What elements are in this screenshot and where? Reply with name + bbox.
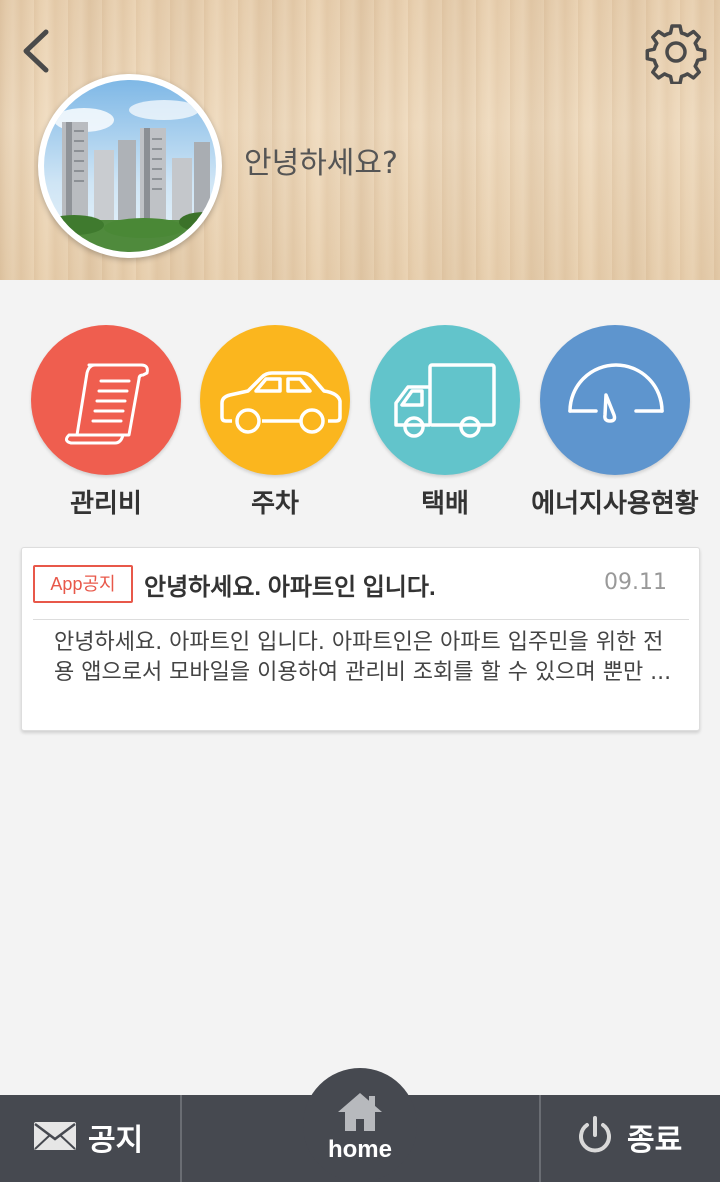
menu-icon-circle <box>31 325 181 475</box>
house-icon <box>338 1093 382 1131</box>
exit-tab-button[interactable]: 종료 <box>541 1095 720 1182</box>
menu-parking[interactable]: 주차 <box>190 325 360 520</box>
menu-label: 주차 <box>251 488 299 518</box>
notice-date: 09.11 <box>604 570 667 595</box>
power-icon <box>579 1116 611 1153</box>
menu-maintenance-fee[interactable]: 관리비 <box>21 325 191 520</box>
notice-body: 안녕하세요. 아파트인 입니다. 아파트인은 아파트 입주민을 위한 전용 앱으… <box>54 630 672 685</box>
greeting-text: 안녕하세요? <box>244 146 398 181</box>
nav-separator <box>180 1095 182 1182</box>
envelope-icon <box>34 1122 76 1150</box>
bill-receipt-icon <box>64 363 149 445</box>
notice-badge: App공지 <box>33 565 133 603</box>
menu-label: 에너지사용현황 <box>531 488 699 518</box>
car-icon <box>220 371 342 434</box>
menu-label: 관리비 <box>70 488 142 518</box>
menu-energy-usage[interactable]: 에너지사용현황 <box>530 325 700 520</box>
notice-card[interactable]: App공지 안녕하세요. 아파트인 입니다. 09.11 안녕하세요. 아파트인… <box>21 547 700 731</box>
back-button[interactable] <box>14 26 58 76</box>
menu-icon-circle <box>540 325 690 475</box>
notice-divider <box>33 619 689 620</box>
notice-tab-button[interactable]: 공지 <box>0 1095 180 1182</box>
home-label: home <box>327 1136 392 1163</box>
gear-icon <box>645 24 707 86</box>
exit-tab-label: 종료 <box>627 1124 683 1157</box>
settings-button[interactable] <box>644 20 708 86</box>
menu-delivery[interactable]: 택배 <box>360 325 530 520</box>
apartment-image <box>44 80 216 252</box>
gauge-icon <box>568 363 664 423</box>
home-button[interactable] <box>303 1068 417 1182</box>
delivery-truck-icon <box>394 363 496 438</box>
notice-title: 안녕하세요. 아파트인 입니다. <box>144 574 436 601</box>
notice-tab-label: 공지 <box>88 1124 144 1157</box>
chevron-left-icon <box>23 29 49 73</box>
menu-icon-circle <box>200 325 350 475</box>
profile-header: 안녕하세요? <box>0 0 720 280</box>
menu-label: 택배 <box>421 488 469 518</box>
avatar[interactable] <box>38 74 222 258</box>
menu-icon-circle <box>370 325 520 475</box>
